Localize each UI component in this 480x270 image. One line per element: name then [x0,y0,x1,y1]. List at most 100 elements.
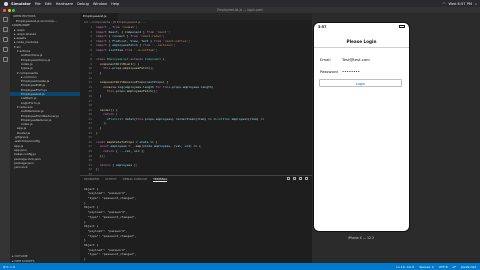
code-token: return [99,162,111,167]
window-title: EmployeeList.js — login-part [217,8,263,12]
explorer-icon[interactable] [2,17,8,22]
panel-tab[interactable]: TERMINAL [153,177,168,182]
code-token: ; [173,43,176,48]
trash-icon[interactable] [299,177,302,180]
code-lines: 1 import _ from 'lodash'; 2 import React, {… [82,25,264,175]
code-token: { [161,57,165,62]
extensions-icon[interactable] [2,57,8,62]
code-token: data [124,116,133,121]
code-token: }; [96,167,100,172]
menu-window[interactable]: Window [93,2,107,6]
status-item[interactable]: LF [453,265,456,269]
status-item[interactable]: UTF-8 [439,265,448,269]
panel-tab[interactable]: OUTPUT [105,177,116,181]
code-token: { ... [114,149,125,154]
login-form: Email Test@test.com Password •••••••• Lo… [314,53,409,87]
menu-simulator[interactable]: Simulator [11,2,31,6]
panel-tab[interactable]: PROBLEMS [84,177,99,181]
code-token: ; [168,29,171,34]
split-terminal-icon[interactable] [293,177,296,180]
bottom-panel: PROBLEMS OUTPUT DEBUG CONSOLE TERMINAL Obje… [80,175,312,270]
code-token: this [162,84,171,89]
search-icon[interactable] [2,27,8,32]
code-token: length [200,84,212,89]
zoom-window-button[interactable] [12,8,15,12]
iphone-screen: 5:57 Please Login Email Test@test.com Pa… [313,22,410,232]
panel-tab[interactable]: DEBUG CONSOLE [123,177,148,181]
code-token: ListItem [215,116,230,121]
file-tree: EmployeeList.js src/comp... LOGIN-PART ▸ .… [10,19,80,169]
code-token: FlatList [108,116,124,121]
code-token: this [106,89,115,94]
minimize-window-button[interactable] [7,8,11,12]
status-bar-right: Ln 14, Col 6 Spaces: 2 UTF-8 LF JavaScript [396,265,480,269]
code-token: employees [182,84,200,89]
file-tree-item[interactable]: yarn.lock [10,165,80,169]
status-item[interactable]: Spaces: 2 [419,265,434,269]
code-token: renderItem [175,116,194,121]
ios-time: 5:57 [318,25,327,29]
code-editor[interactable]: 1 import _ from 'lodash'; 2 import React, {… [80,25,312,175]
editor-tabs: EmployeeList.js [80,13,312,20]
code-token: props [144,116,154,121]
code-token: } [96,93,102,98]
code-token: props [171,84,181,89]
close-panel-icon[interactable] [305,177,308,180]
code-token: from [123,47,134,52]
explorer-sidebar: OPEN EDITORS EmployeeList.js src/comp...… [10,13,80,263]
code-token: this [135,116,144,121]
activity-bar [0,13,10,263]
code-token: (); [148,66,154,71]
email-field[interactable]: Test@test.com [342,57,370,62]
source-control-icon[interactable] [2,37,8,42]
code-token: employees [115,162,133,167]
code-token: employee [231,116,247,121]
code-token: props [115,89,125,94]
code-token: (); [152,89,158,94]
code-token: ) [211,84,214,89]
menu-edit[interactable]: Edit [45,2,52,6]
status-item[interactable]: JavaScript [461,265,476,269]
password-field[interactable]: •••••••• [342,69,360,74]
tab-employee-list[interactable]: EmployeeList.js [80,13,118,20]
terminal-output[interactable]: Object { "payload": "password", "type": … [80,182,312,270]
close-window-button[interactable] [3,8,6,12]
code-token: item [249,116,257,121]
code-token: employeesFetch [126,89,153,94]
password-row: Password •••••••• [314,65,409,77]
code-token: employees [153,144,171,149]
code-token: } /> [256,116,265,121]
device-label: iPhone X — 12.2 [347,236,375,240]
status-item[interactable]: Ln 14, Col 6 [396,265,414,269]
code-token: import [96,47,109,52]
add-terminal-icon[interactable] [287,177,290,180]
status-bar: ⊗ 0 ⚠ 0 Ln 14, Col 6 Spaces: 2 UTF-8 LF Java… [0,263,480,270]
battery-icon [399,25,405,28]
search-icon[interactable]: ⌕ [475,2,477,6]
debug-icon[interactable] [2,47,8,52]
menu-file[interactable]: File [35,2,41,6]
code-token: } => < [204,116,216,121]
code-token: }); [96,153,106,158]
code-token: item [197,116,205,121]
code-token: employees [155,116,172,121]
code-token: ListItem [108,47,124,52]
code-token: ; [155,47,158,52]
menubar-clock[interactable]: Wed 6:57 PM [449,2,472,6]
menu-help[interactable]: Help [111,2,119,6]
email-row: Email Test@test.com [314,53,409,65]
menu-debug[interactable]: Debug [77,2,89,6]
code-token: employeesFetch [123,66,149,71]
apple-icon[interactable] [4,1,8,6]
code-token: }; [132,162,138,167]
ios-status-bar: 5:57 [314,23,409,30]
code-token: this [103,66,111,71]
menu-hardware[interactable]: Hardware [56,2,73,6]
code-token: } [96,130,98,135]
menu-bar: Simulator File Edit Hardware Debug Windo… [0,0,480,7]
wifi-icon[interactable]: ◠ [442,2,445,6]
login-button[interactable]: Login [319,79,402,87]
code-token: props [112,66,122,71]
problems-count[interactable]: ⊗ 0 ⚠ 0 [3,265,15,269]
nav-title: Please Login [314,36,409,48]
